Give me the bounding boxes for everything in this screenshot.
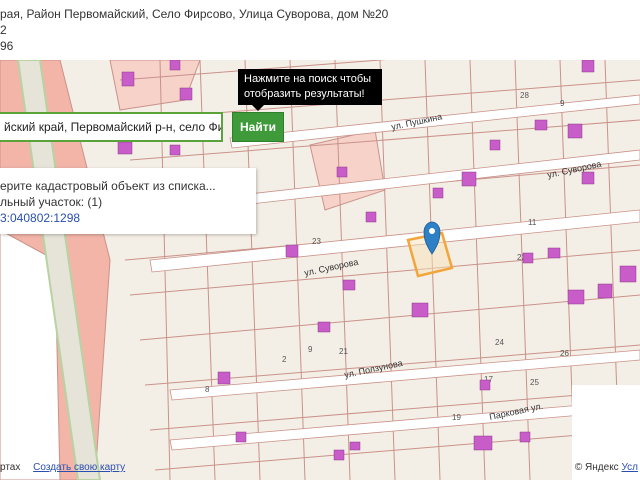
map-footer-left: ртах Создать свою карту xyxy=(0,462,125,473)
result-count: льный участок: (1) xyxy=(0,195,103,209)
pink-parcel xyxy=(309,129,386,211)
address-line-3: 96 xyxy=(0,39,14,53)
footer-text: ртах xyxy=(0,462,21,473)
result-prompt: ерите кадастровый объект из списка... xyxy=(0,179,216,193)
tooltip-line: Нажмите на поиск чтобы xyxy=(244,73,372,85)
yandex-copyright: © Яндекс Усл xyxy=(572,462,640,473)
address-search-input[interactable]: йский край, Первомайский р-н, село Фи xyxy=(0,112,223,142)
street-label-suvorova-mid: ул. Суворова xyxy=(303,257,359,278)
find-button[interactable]: Найти xyxy=(232,112,284,142)
streets xyxy=(149,94,640,451)
parcel-number: 24 xyxy=(495,338,504,347)
copyright-text: © Яндекс xyxy=(574,462,619,473)
parcel-number: 19 xyxy=(452,413,461,422)
parcel-number: 23 xyxy=(312,237,321,246)
parcel-number: 21 xyxy=(339,347,348,356)
search-input-value: йский край, Первомайский р-н, село Фи xyxy=(4,120,223,134)
parcel-number: 9 xyxy=(560,99,565,108)
street-label-pushkina: ул. Пушкина xyxy=(390,111,443,132)
search-hint-tooltip: Нажмите на поиск чтобы отобразить резуль… xyxy=(238,69,382,111)
parcel-number: 28 xyxy=(520,91,529,100)
tooltip-line: отобразить результаты! xyxy=(244,88,365,100)
parcel-number: 9 xyxy=(308,345,313,354)
parcel-number: 11 xyxy=(528,218,537,227)
terms-link[interactable]: Усл xyxy=(621,462,638,473)
create-map-link[interactable]: Создать свою карту xyxy=(33,462,125,473)
parcel-number: 26 xyxy=(560,349,569,358)
parcel-number: 25 xyxy=(530,378,539,387)
cadastral-number-link[interactable]: 3:040802:1298 xyxy=(0,210,256,226)
result-panel: ерите кадастровый объект из списка... ль… xyxy=(0,168,256,234)
parcel-number: 2 xyxy=(282,355,287,364)
address-line: рая, Район Первомайский, Село Фирсово, У… xyxy=(0,7,389,21)
address-header: рая, Район Первомайский, Село Фирсово, У… xyxy=(0,0,640,60)
parcel-number: 8 xyxy=(205,385,210,394)
address-line-2: 2 xyxy=(0,23,7,37)
